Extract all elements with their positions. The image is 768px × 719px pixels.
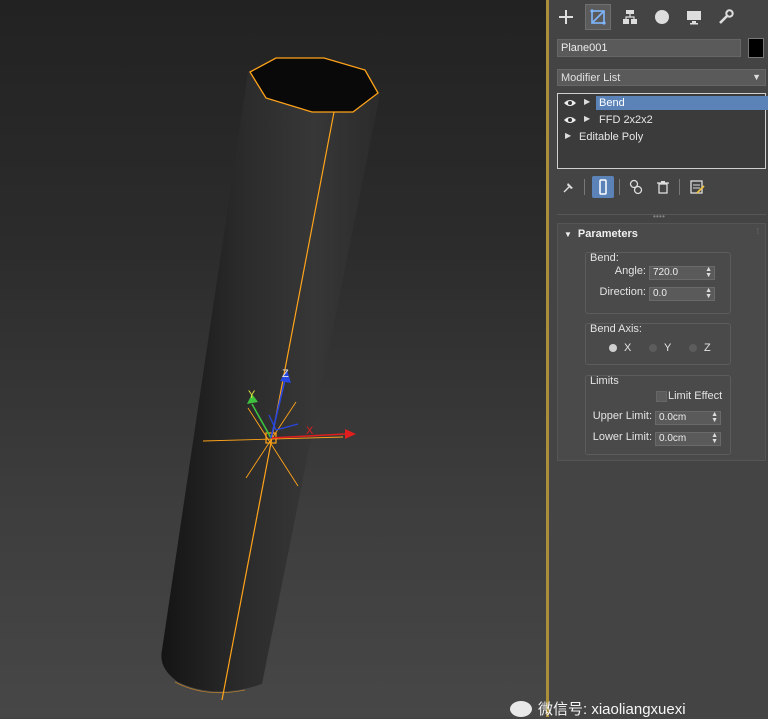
motion-icon [655, 10, 669, 24]
axis-z-radio[interactable] [689, 344, 697, 352]
limits-group: Limits Limit Effect Upper Limit: 0.0cm ▲ ▼… [585, 375, 731, 455]
modifier-stack: ▶ Bend ▶ FFD 2x2x2 ▶ Editable Poly [557, 93, 768, 169]
expand-arrow-icon[interactable]: ▶ [584, 97, 590, 106]
gizmo-x-label: X [306, 425, 314, 437]
stack-item-label: FFD 2x2x2 [599, 114, 653, 126]
angle-value: 720.0 [653, 267, 679, 278]
spinner-arrows-icon[interactable]: ▲ ▼ [705, 266, 712, 279]
make-unique-icon [629, 179, 643, 195]
direction-spinner[interactable]: 0.0 ▲ ▼ [649, 287, 715, 301]
display-icon [687, 11, 701, 25]
lower-limit-spinner[interactable]: 0.0cm ▲ ▼ [655, 432, 721, 446]
lower-limit-label: Lower Limit: [592, 431, 652, 443]
object-name-field[interactable]: Plane001 [557, 39, 741, 57]
modifier-list-label: Modifier List [561, 72, 621, 84]
stack-item-label: Bend [596, 96, 768, 110]
toolbar-separator [584, 179, 585, 195]
configure-modifier-sets-button[interactable] [686, 176, 708, 198]
axis-y-radio[interactable] [649, 344, 657, 352]
pin-stack-button[interactable] [558, 176, 580, 198]
display-tab[interactable] [681, 4, 707, 30]
direction-value: 0.0 [653, 288, 667, 299]
utilities-tab[interactable] [713, 4, 739, 30]
axis-y-label: Y [664, 342, 672, 354]
toolbar-separator [619, 179, 620, 195]
stack-item-ffd[interactable]: ▶ FFD 2x2x2 [558, 112, 765, 128]
utilities-icon [719, 9, 734, 24]
direction-label: Direction: [599, 286, 646, 298]
toolbar-separator [679, 179, 680, 195]
expand-arrow-icon[interactable]: ▶ [584, 114, 590, 123]
spinner-arrows-icon[interactable]: ▲ ▼ [705, 287, 712, 300]
show-end-result-button[interactable] [592, 176, 614, 198]
stack-item-bend[interactable]: ▶ Bend [558, 95, 768, 111]
rollout-grip-icon: ⁞ [756, 227, 759, 236]
cylinder-object[interactable] [161, 57, 380, 701]
axis-z-label: Z [704, 342, 711, 354]
wechat-watermark: 微信号: xiaoliangxuexi [510, 700, 768, 718]
stack-item-editable-poly[interactable]: ▶ Editable Poly [558, 129, 765, 145]
bend-axis-group-label: Bend Axis: [590, 323, 642, 335]
angle-label: Angle: [614, 265, 646, 277]
eye-icon[interactable] [563, 98, 577, 108]
expand-arrow-icon[interactable]: ▶ [565, 131, 571, 140]
make-unique-button[interactable] [625, 176, 647, 198]
eye-icon[interactable] [563, 115, 577, 125]
pin-icon [563, 183, 573, 193]
trash-icon [657, 181, 669, 194]
remove-modifier-button[interactable] [652, 176, 674, 198]
angle-spinner[interactable]: 720.0 ▲ ▼ [649, 266, 715, 280]
motion-tab[interactable] [649, 4, 675, 30]
upper-limit-value: 0.0cm [659, 412, 687, 423]
hierarchy-tab[interactable] [617, 4, 643, 30]
parameters-rollout: ▼ Parameters ⁞ Bend: Angle: 720.0 ▲ ▼ Direc… [557, 223, 766, 461]
modify-tab[interactable] [585, 4, 611, 30]
bend-group: Bend: Angle: 720.0 ▲ ▼ Direction: 0.0 ▲ ▼ [585, 252, 731, 314]
spinner-arrows-icon[interactable]: ▲ ▼ [711, 411, 718, 424]
grip-icon[interactable]: • • • • [653, 212, 665, 221]
hierarchy-icon [623, 10, 637, 24]
wechat-icon [510, 700, 532, 717]
limits-group-label: Limits [590, 375, 619, 387]
modifier-list-dropdown[interactable]: Modifier List ▼ [557, 69, 766, 86]
rollout-header[interactable]: ▼ Parameters [564, 228, 638, 240]
command-panel-tabs [549, 0, 768, 34]
axis-x-radio[interactable] [609, 344, 617, 352]
object-color-swatch[interactable] [748, 38, 764, 58]
limit-effect-label: Limit Effect [668, 390, 723, 402]
lower-limit-value: 0.0cm [659, 433, 687, 444]
create-icon [559, 10, 573, 24]
spinner-arrows-icon[interactable]: ▲ ▼ [711, 432, 718, 445]
command-panel: Plane001 Modifier List ▼ ▶ Bend ▶ FFD 2x… [549, 0, 768, 717]
stack-toolbar [557, 175, 766, 199]
bend-axis-group: Bend Axis: X Y Z [585, 323, 731, 365]
collapse-caret-icon: ▼ [564, 230, 572, 239]
modify-icon [590, 9, 606, 25]
watermark-text: 微信号: xiaoliangxuexi [538, 701, 686, 718]
axis-x-label: X [624, 342, 632, 354]
upper-limit-label: Upper Limit: [592, 410, 652, 422]
upper-limit-spinner[interactable]: 0.0cm ▲ ▼ [655, 411, 721, 425]
bend-group-label: Bend: [590, 252, 619, 264]
viewport-perspective[interactable]: X Y Z [0, 0, 546, 717]
stack-item-label: Editable Poly [579, 131, 644, 143]
gizmo-z-label: Z [282, 368, 289, 380]
limit-effect-checkbox[interactable] [656, 391, 667, 402]
configure-icon [690, 180, 705, 194]
dropdown-arrow-icon: ▼ [752, 72, 761, 82]
show-end-result-icon [599, 179, 607, 195]
gizmo-y-label: Y [248, 389, 256, 401]
create-tab[interactable] [553, 4, 579, 30]
rollout-title: Parameters [577, 228, 638, 240]
